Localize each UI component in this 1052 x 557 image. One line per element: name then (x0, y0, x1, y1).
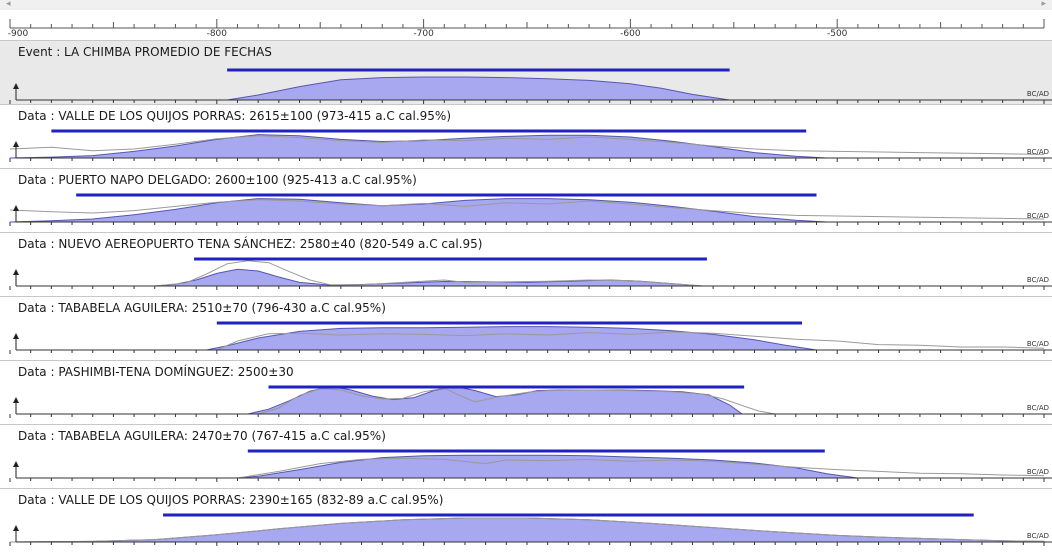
bcad-unit-label: BC/AD (1026, 90, 1049, 98)
up-arrow-icon (13, 269, 19, 275)
panel-label: Data : TABABELA AGUILERA: 2470±70 (767-4… (18, 429, 386, 443)
panel-label: Data : PUERTO NAPO DELGADO: 2600±100 (92… (18, 173, 417, 187)
up-arrow-icon (13, 205, 19, 211)
bcad-unit-label: BC/AD (1026, 532, 1049, 540)
data-panel[interactable]: Data : VALLE DE LOS QUIJOS PORRAS: 2390±… (0, 488, 1052, 547)
panel-label: Data : TABABELA AGUILERA: 2510±70 (796-4… (18, 301, 386, 315)
up-arrow-icon (13, 83, 19, 89)
ruler-tick-label: -700 (413, 29, 434, 39)
horizontal-scrollbar[interactable]: ◂ ▸ (0, 0, 1052, 10)
bcad-unit-label: BC/AD (1026, 212, 1049, 220)
data-panel[interactable]: Data : VALLE DE LOS QUIJOS PORRAS: 2615±… (0, 104, 1052, 163)
ruler-tick-label: -600 (620, 29, 641, 39)
posterior-distribution (206, 326, 817, 351)
time-axis-ruler: -900 -800 -700 -600 -500 (0, 10, 1052, 40)
scroll-right-arrow-icon[interactable]: ▸ (1041, 0, 1046, 10)
data-panel[interactable]: Data : PUERTO NAPO DELGADO: 2600±100 (92… (0, 168, 1052, 227)
panel-label: Data : PASHIMBI-TENA DOMÍNGUEZ: 2500±30 (18, 365, 294, 379)
posterior-distribution (227, 76, 730, 101)
panel-label: Data : VALLE DE LOS QUIJOS PORRAS: 2615±… (18, 109, 452, 123)
event-panel[interactable]: Event : LA CHIMBA PROMEDIO DE FECHAS BC/… (0, 40, 1052, 105)
data-panel[interactable]: Data : TABABELA AGUILERA: 2470±70 (767-4… (0, 424, 1052, 483)
data-panel[interactable]: Data : TABABELA AGUILERA: 2510±70 (796-4… (0, 296, 1052, 355)
up-arrow-icon (13, 141, 19, 147)
posterior-distribution (247, 385, 744, 415)
panel-label: Data : NUEVO AEREOPUERTO TENA SÁNCHEZ: 2… (18, 237, 483, 251)
bcad-unit-label: BC/AD (1026, 276, 1049, 284)
ruler-tick-label: -900 (7, 29, 29, 39)
bcad-unit-label: BC/AD (1026, 404, 1049, 412)
posterior-distribution (154, 268, 703, 287)
up-arrow-icon (13, 525, 19, 531)
panel-label: Data : VALLE DE LOS QUIJOS PORRAS: 2390±… (18, 493, 444, 507)
data-panel[interactable]: Data : NUEVO AEREOPUERTO TENA SÁNCHEZ: 2… (0, 232, 1052, 291)
posterior-distribution (9, 134, 827, 159)
data-panel[interactable]: Data : PASHIMBI-TENA DOMÍNGUEZ: 2500±30 … (0, 360, 1052, 419)
bcad-unit-label: BC/AD (1026, 340, 1049, 348)
up-arrow-icon (13, 461, 19, 467)
panel-label: Event : LA CHIMBA PROMEDIO DE FECHAS (18, 45, 272, 59)
up-arrow-icon (13, 333, 19, 339)
bcad-unit-label: BC/AD (1026, 148, 1049, 156)
up-arrow-icon (13, 397, 19, 403)
scroll-left-arrow-icon[interactable]: ◂ (6, 0, 11, 10)
ruler-tick-label: -800 (206, 29, 228, 39)
posterior-distribution (237, 454, 858, 479)
ruler-svg (9, 19, 1045, 29)
ruler-tick-label: -500 (826, 29, 848, 39)
bcad-unit-label: BC/AD (1026, 468, 1049, 476)
